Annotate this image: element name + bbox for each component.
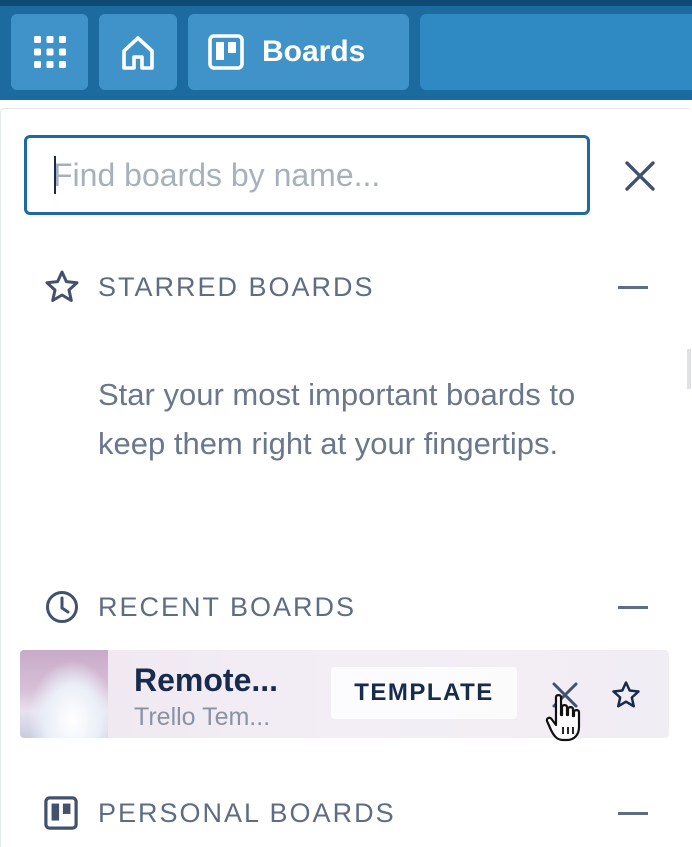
boards-button[interactable]: Boards — [188, 14, 409, 90]
board-thumbnail — [20, 650, 108, 738]
home-button[interactable] — [99, 14, 177, 90]
section-title: PERSONAL BOARDS — [98, 797, 396, 828]
star-outline-icon — [612, 681, 640, 708]
star-outline-icon — [44, 269, 84, 305]
section-title: STARRED BOARDS — [98, 271, 375, 302]
hand-cursor-icon — [545, 694, 581, 742]
collapse-recent-button[interactable] — [612, 591, 652, 623]
section-title: RECENT BOARDS — [98, 591, 357, 622]
star-board-button[interactable] — [611, 680, 641, 710]
grid-icon — [33, 36, 66, 68]
scrollbar[interactable] — [687, 349, 691, 389]
template-badge: TEMPLATE — [331, 667, 517, 719]
text-caret — [54, 156, 56, 194]
header-search-bar[interactable] — [420, 14, 692, 90]
board-title: Remote... — [134, 662, 279, 698]
find-boards-input[interactable] — [51, 155, 587, 195]
clock-icon — [44, 589, 84, 625]
trello-board-icon — [208, 34, 244, 70]
trello-board-icon — [44, 796, 84, 830]
header-top-stripe — [0, 0, 692, 6]
find-boards-field[interactable] — [24, 135, 590, 215]
close-icon — [625, 161, 655, 191]
top-header: Boards — [0, 0, 692, 100]
board-subtitle: Trello Tem... — [134, 703, 271, 731]
recent-boards-header: RECENT BOARDS — [44, 585, 664, 629]
collapse-personal-button[interactable] — [612, 797, 652, 829]
home-icon — [122, 36, 154, 70]
starred-empty-message: Star your most important boards to keep … — [98, 377, 576, 461]
close-drawer-button[interactable] — [616, 152, 664, 200]
boards-button-label: Boards — [262, 35, 366, 68]
collapse-starred-button[interactable] — [612, 271, 652, 303]
personal-boards-header: PERSONAL BOARDS — [44, 791, 664, 835]
apps-button[interactable] — [11, 14, 88, 90]
starred-boards-header: STARRED BOARDS — [44, 265, 664, 309]
